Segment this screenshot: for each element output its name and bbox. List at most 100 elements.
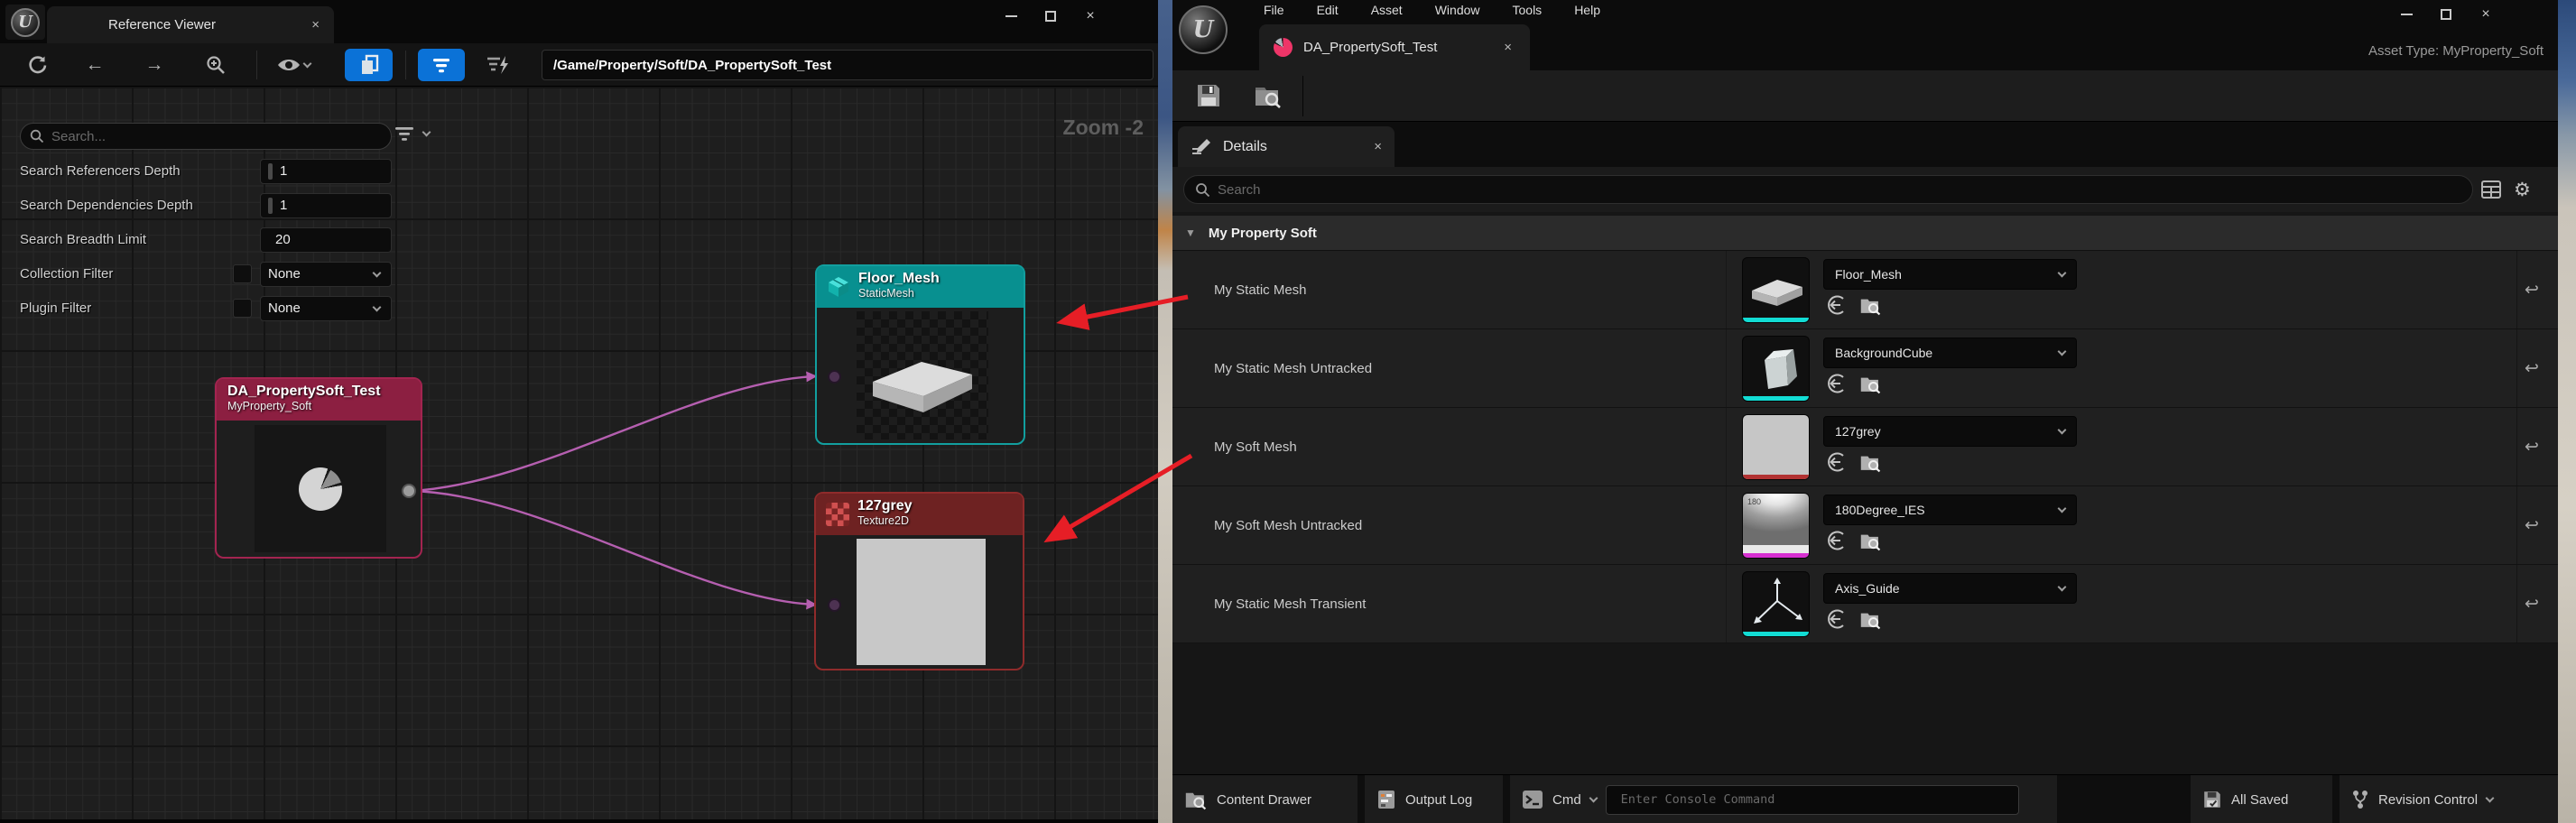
details-search-input[interactable] [1218, 182, 2461, 198]
visibility-eye-dropdown[interactable] [274, 53, 312, 77]
asset-picker-combo[interactable]: Floor_Mesh [1823, 259, 2077, 290]
status-bar: Content Drawer Output Log Cmd All Saved [1172, 774, 2558, 823]
console-command-section: Cmd [1510, 775, 2057, 823]
filters-button[interactable] [418, 49, 465, 81]
asset-picker-combo[interactable]: BackgroundCube [1823, 338, 2077, 368]
node-da-propertysoft-test[interactable]: DA_PropertySoft_Test MyProperty_Soft [215, 377, 422, 559]
tab-close-icon[interactable]: × [1374, 139, 1382, 154]
reference-viewer-window: U Reference Viewer × × ← → [0, 0, 1158, 819]
reset-to-default-icon[interactable]: ↩ [2525, 486, 2539, 564]
use-selected-asset-icon[interactable] [1825, 530, 1847, 551]
asset-picker-combo[interactable]: 180Degree_IES [1823, 495, 2077, 525]
auto-filters-icon[interactable] [483, 53, 514, 77]
category-label: My Property Soft [1209, 226, 1317, 241]
menu-file[interactable]: File [1264, 3, 1284, 17]
chevron-down-icon [2058, 269, 2067, 278]
content-drawer-icon [1184, 789, 1208, 810]
details-tab[interactable]: Details × [1178, 126, 1395, 167]
menu-tools[interactable]: Tools [1513, 3, 1543, 17]
maximize-button[interactable] [1031, 4, 1070, 29]
menu-asset[interactable]: Asset [1371, 3, 1403, 17]
content-drawer-button[interactable]: Content Drawer [1172, 775, 1357, 823]
reference-viewer-toolbar: ← → /Game/Property/Soft/DA_PropertySoft_… [0, 43, 1158, 87]
compact-mode-button[interactable] [345, 49, 393, 81]
node-thumbnail-grey-texture [857, 539, 986, 665]
asset-thumbnail[interactable] [1742, 571, 1810, 637]
cmd-label[interactable]: Cmd [1552, 792, 1581, 808]
asset-path-field[interactable]: /Game/Property/Soft/DA_PropertySoft_Test [542, 50, 1154, 80]
chevron-down-icon [2058, 583, 2067, 592]
asset-tab[interactable]: DA_PropertySoft_Test × [1259, 24, 1530, 70]
chevron-down-icon[interactable] [1589, 794, 1598, 803]
browse-to-asset-icon[interactable] [1859, 531, 1882, 551]
settings-gear-icon[interactable]: ⚙ [2514, 179, 2531, 201]
display-options-grid-icon[interactable] [2481, 180, 2501, 199]
asset-thumbnail[interactable]: 180 [1742, 493, 1810, 559]
expander-triangle-icon[interactable]: ▼ [1185, 227, 1196, 239]
tab-close-icon[interactable]: × [1504, 40, 1512, 55]
console-command-input[interactable] [1621, 792, 2011, 807]
pie-thumbnail-icon [299, 467, 342, 511]
reset-to-default-icon[interactable]: ↩ [2525, 565, 2539, 643]
zoom-to-fit-icon[interactable] [204, 53, 227, 77]
chevron-down-icon [2058, 347, 2067, 356]
back-icon[interactable]: ← [83, 53, 107, 77]
details-search-row: ⚙ [1172, 167, 2558, 212]
category-my-property-soft[interactable]: ▼ My Property Soft [1172, 216, 2558, 251]
reset-to-default-icon[interactable]: ↩ [2525, 329, 2539, 407]
dataasset-pie-icon [1274, 38, 1293, 57]
asset-color-bar [1743, 632, 1809, 636]
asset-type-label: Asset Type: MyProperty_Soft [2368, 43, 2544, 59]
details-tab-title: Details [1223, 139, 1267, 155]
use-selected-asset-icon[interactable] [1825, 294, 1847, 316]
save-button[interactable] [1195, 82, 1224, 111]
reference-graph-canvas[interactable]: Zoom -2 Search Referencers Depth 1 Searc… [0, 87, 1158, 819]
browse-to-asset-button[interactable] [1254, 82, 1283, 111]
node-127grey[interactable]: 127grey Texture2D [814, 492, 1024, 670]
menu-edit[interactable]: Edit [1317, 3, 1339, 17]
close-button[interactable]: × [1070, 4, 1110, 29]
reset-to-default-icon[interactable]: ↩ [2525, 251, 2539, 328]
asset-thumbnail[interactable] [1742, 257, 1810, 323]
asset-thumbnail[interactable] [1742, 336, 1810, 402]
browse-to-asset-icon[interactable] [1859, 374, 1882, 394]
menu-help[interactable]: Help [1574, 3, 1600, 17]
node-thumbnail-dataasset [255, 425, 386, 552]
output-pin[interactable] [402, 484, 416, 498]
reset-to-default-icon[interactable]: ↩ [2525, 408, 2539, 485]
asset-editor-titlebar[interactable]: U File Edit Asset Window Tools Help DA_P… [1172, 0, 2558, 70]
asset-thumbnail[interactable] [1742, 414, 1810, 480]
browse-to-asset-icon[interactable] [1859, 295, 1882, 316]
use-selected-asset-icon[interactable] [1825, 451, 1847, 473]
maximize-button[interactable] [2426, 2, 2466, 27]
cmd-terminal-icon [1522, 790, 1543, 809]
input-pin[interactable] [828, 370, 841, 384]
reference-viewer-titlebar[interactable]: U Reference Viewer × × [0, 0, 1158, 43]
asset-picker-combo[interactable]: 127grey [1823, 416, 2077, 447]
property-row-my-static-mesh: My Static Mesh Floor_Mesh ↩ [1172, 251, 2558, 329]
refresh-icon[interactable] [25, 53, 49, 77]
toolbar-divider [405, 51, 406, 79]
minimize-button[interactable] [2386, 2, 2426, 27]
use-selected-asset-icon[interactable] [1825, 373, 1847, 394]
use-selected-asset-icon[interactable] [1825, 608, 1847, 630]
close-button[interactable]: × [2466, 2, 2506, 27]
menu-window[interactable]: Window [1435, 3, 1480, 17]
forward-icon[interactable]: → [143, 53, 166, 77]
output-log-button[interactable]: Output Log [1365, 775, 1503, 823]
node-floor-mesh[interactable]: Floor_Mesh StaticMesh [815, 264, 1025, 445]
property-label: My Static Mesh Untracked [1214, 329, 1372, 407]
all-saved-button[interactable]: All Saved [2191, 775, 2332, 823]
asset-picker-combo[interactable]: Axis_Guide [1823, 573, 2077, 604]
browse-to-asset-icon[interactable] [1859, 452, 1882, 473]
tab-close-icon[interactable]: × [311, 17, 320, 32]
revision-control-button[interactable]: Revision Control [2340, 775, 2558, 823]
property-label: My Soft Mesh Untracked [1214, 486, 1362, 564]
details-search-box[interactable] [1183, 175, 2473, 204]
console-command-box[interactable] [1606, 785, 2019, 815]
ies-thumbnail-label: 180 [1747, 497, 1761, 506]
reference-viewer-tab[interactable]: Reference Viewer × [47, 6, 334, 43]
browse-to-asset-icon[interactable] [1859, 609, 1882, 630]
input-pin[interactable] [828, 598, 841, 612]
minimize-button[interactable] [991, 4, 1031, 29]
